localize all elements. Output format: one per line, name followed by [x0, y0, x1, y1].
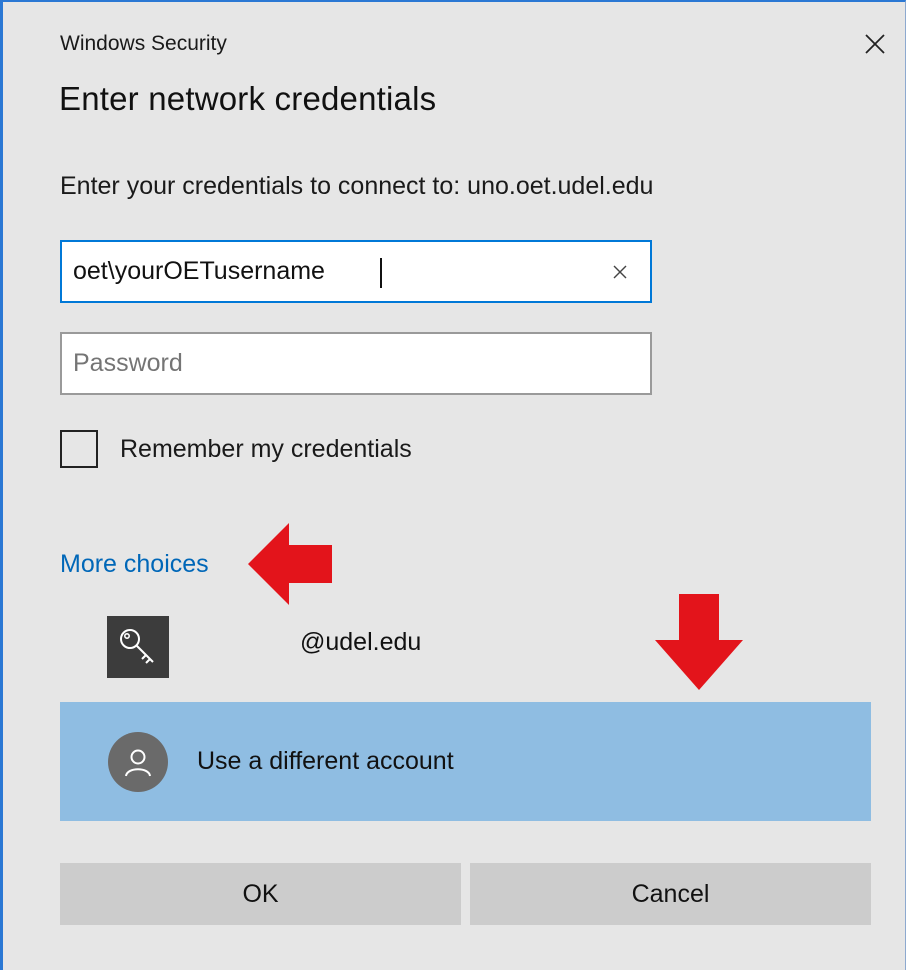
- ok-button[interactable]: OK: [60, 863, 461, 925]
- dialog-subtitle: Enter your credentials to connect to: un…: [60, 172, 654, 200]
- more-choices-link[interactable]: More choices: [60, 550, 209, 579]
- password-field-container: [60, 332, 652, 395]
- username-field-container: [60, 240, 652, 303]
- key-icon: [120, 629, 154, 664]
- use-different-account-label: Use a different account: [197, 747, 454, 775]
- dialog-heading: Enter network credentials: [59, 80, 437, 117]
- clear-icon: [613, 265, 627, 279]
- remember-credentials-row: Remember my credentials: [60, 427, 412, 471]
- cancel-button[interactable]: Cancel: [470, 863, 871, 925]
- window-title: Windows Security: [60, 32, 227, 55]
- close-button[interactable]: [855, 24, 895, 64]
- arrow-down-icon: [655, 594, 743, 690]
- arrow-left-icon: [248, 523, 332, 605]
- password-input[interactable]: [62, 334, 650, 393]
- close-icon: [865, 34, 885, 54]
- account-email: @udel.edu: [300, 628, 422, 656]
- remember-credentials-label[interactable]: Remember my credentials: [120, 435, 412, 464]
- username-input[interactable]: [62, 242, 650, 301]
- key-tile: [107, 616, 169, 678]
- windows-security-dialog: Windows Security Enter network credentia…: [0, 0, 906, 970]
- person-avatar: [108, 732, 168, 792]
- account-option-udel[interactable]: @udel.edu: [60, 608, 870, 683]
- person-icon: [125, 749, 151, 777]
- remember-credentials-checkbox[interactable]: [60, 430, 98, 468]
- clear-username-button[interactable]: [604, 256, 636, 288]
- text-cursor: [380, 258, 382, 288]
- use-different-account-option[interactable]: Use a different account: [60, 702, 871, 821]
